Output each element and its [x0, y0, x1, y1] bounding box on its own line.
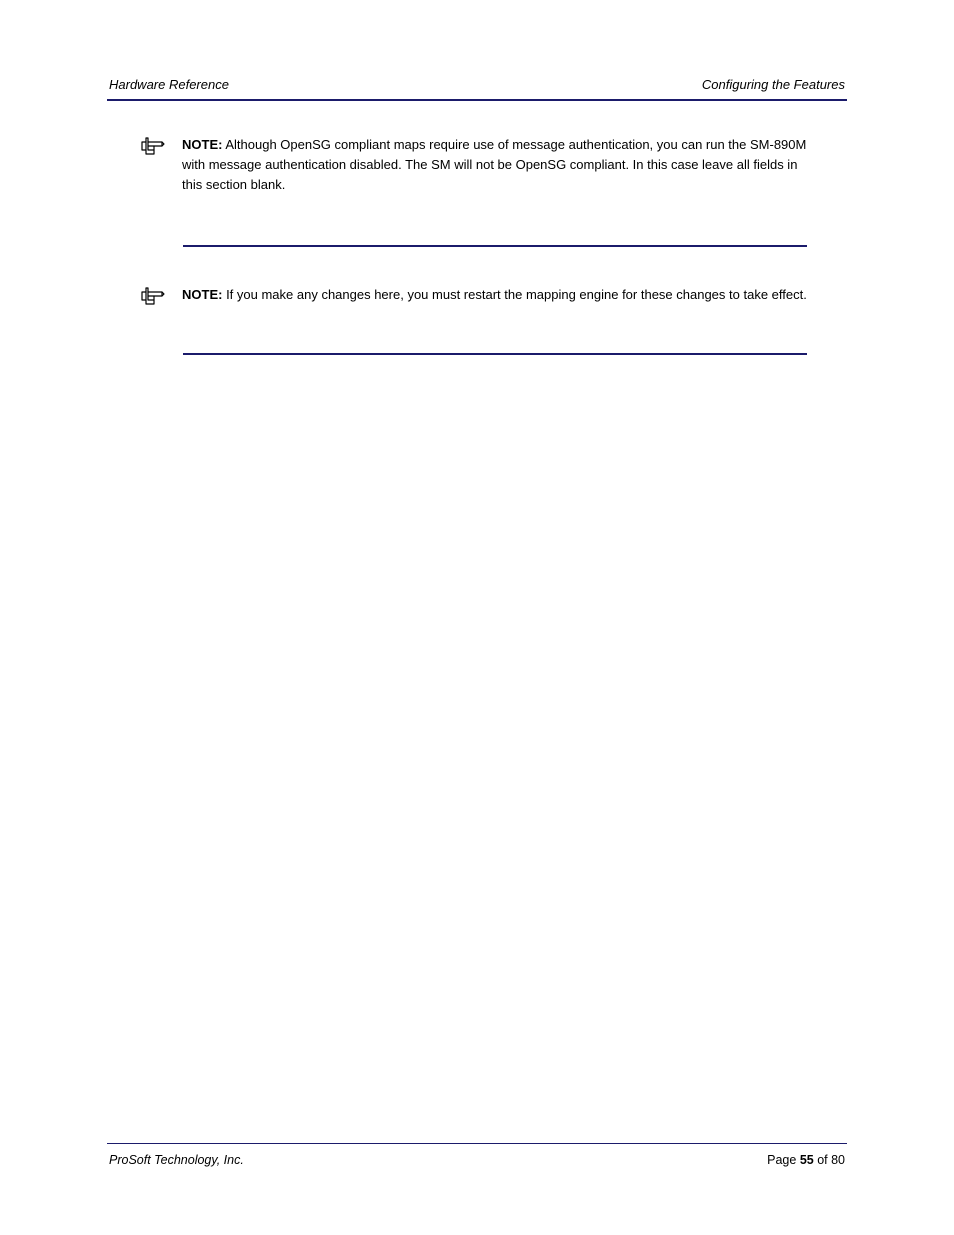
pointer-icon: [140, 285, 168, 311]
note-body-1: NOTE: Although OpenSG compliant maps req…: [182, 135, 809, 195]
note-divider-bottom: [183, 353, 807, 355]
header-right: Configuring the Features: [702, 77, 845, 92]
header-divider: [107, 99, 847, 101]
footer-page-number: 55: [800, 1153, 814, 1167]
pointer-icon: [140, 135, 168, 161]
footer-page-prefix: Page: [767, 1153, 800, 1167]
footer-left: ProSoft Technology, Inc.: [109, 1153, 244, 1167]
footer-divider: [107, 1143, 847, 1144]
note-label-1: NOTE:: [182, 137, 222, 152]
header-left: Hardware Reference: [109, 77, 229, 92]
footer-page-tail: of 80: [814, 1153, 845, 1167]
note-text-2: If you make any changes here, you must r…: [222, 287, 806, 302]
note-body-2: NOTE: If you make any changes here, you …: [182, 285, 809, 305]
note-label-2: NOTE:: [182, 287, 222, 302]
note-divider-top: [183, 245, 807, 247]
footer-right: Page 55 of 80: [767, 1153, 845, 1167]
note-text-1: Although OpenSG compliant maps require u…: [182, 137, 806, 192]
